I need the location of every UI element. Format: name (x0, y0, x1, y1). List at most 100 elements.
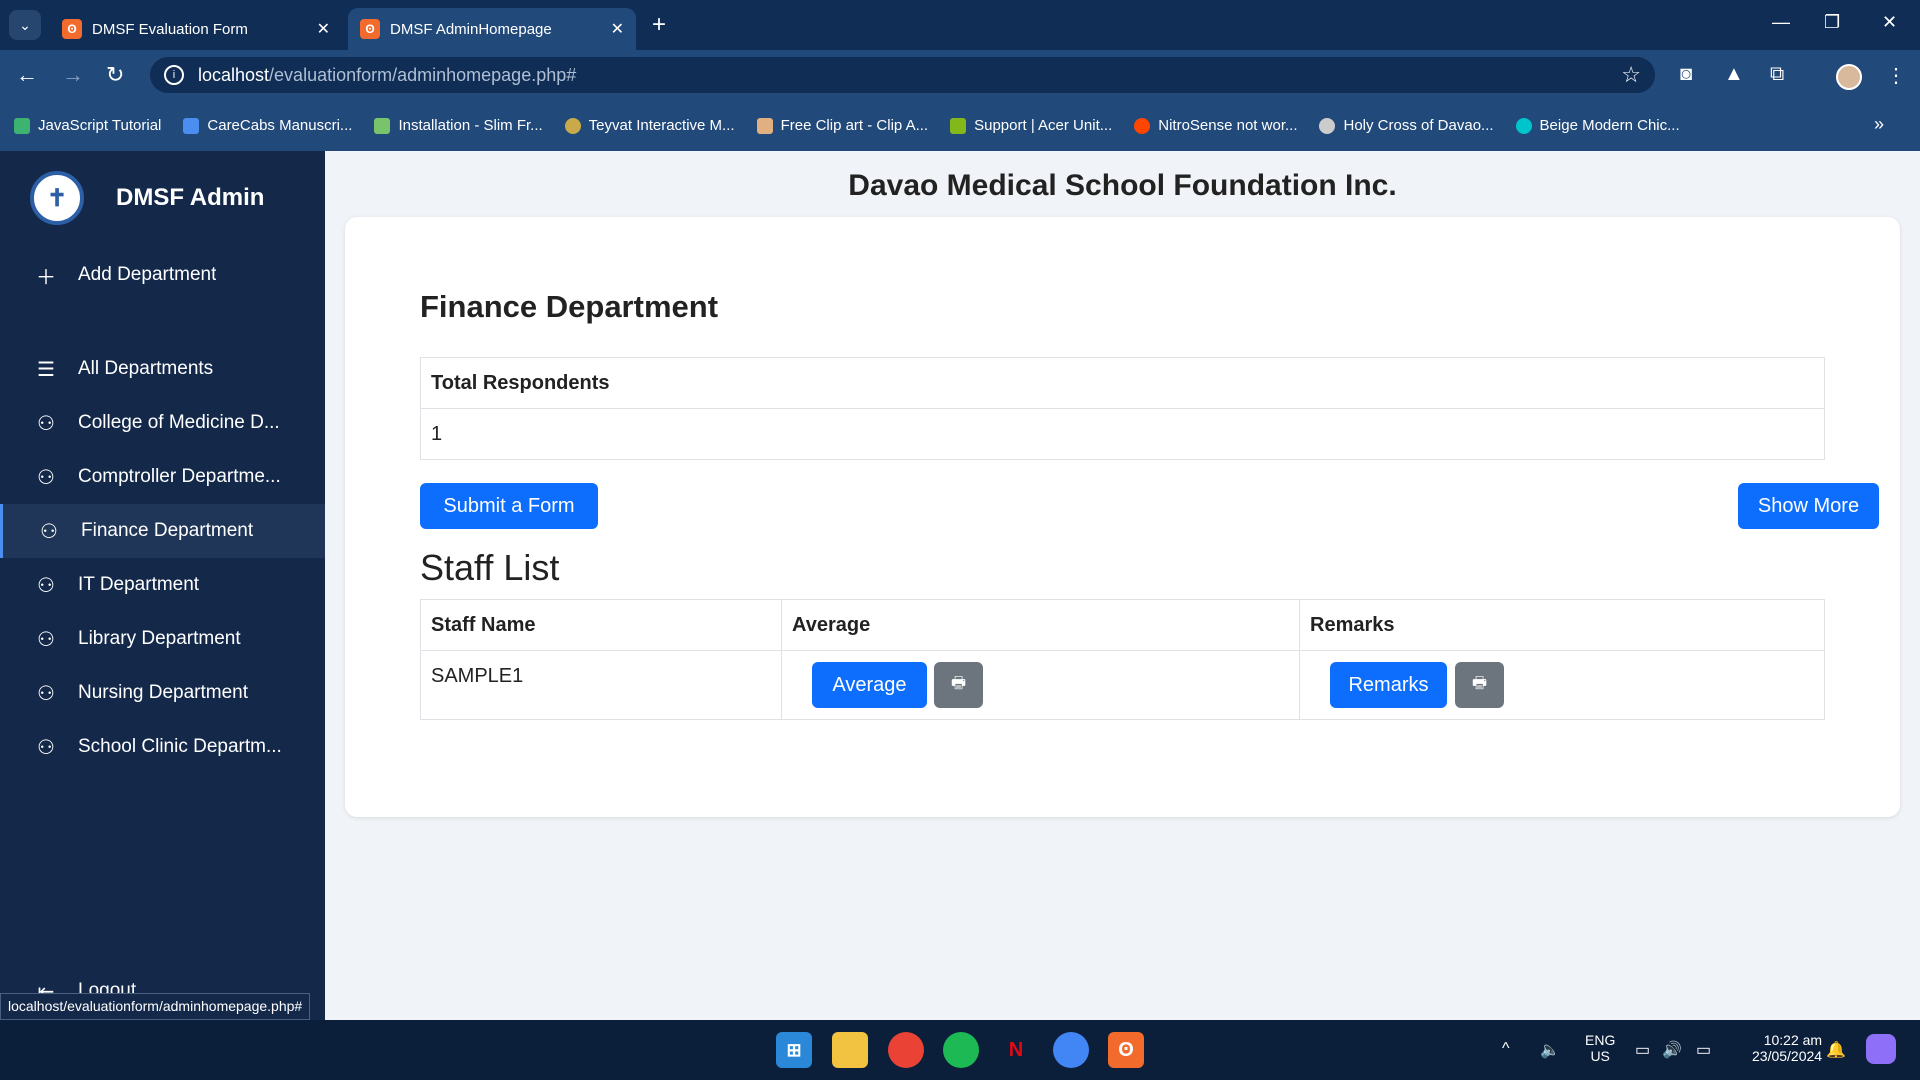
forward-icon[interactable]: → (62, 62, 84, 88)
all-departments-link[interactable]: ☰ All Departments (0, 342, 325, 396)
taskbar: ⊞ N ʘ ^ 🔈 ENG US ▭ 🔊 ▭ 10:22 am 23/05/20… (0, 1020, 1920, 1080)
bookmark-item[interactable]: Free Clip art - Clip A... (756, 117, 929, 134)
bookmark-label: Installation - Slim Fr... (398, 117, 543, 134)
minimize-button[interactable]: — (1772, 12, 1790, 33)
bookmark-item[interactable]: Support | Acer Unit... (950, 117, 1112, 134)
volume-icon[interactable]: 🔊 (1662, 1040, 1682, 1060)
reload-icon[interactable]: ↻ (106, 62, 124, 88)
add-department-link[interactable]: ＋ Add Department (0, 248, 325, 302)
bookmark-item[interactable]: Holy Cross of Davao... (1319, 117, 1494, 134)
bookmark-item[interactable]: CareCabs Manuscri... (183, 117, 352, 134)
average-button[interactable]: Average (812, 662, 927, 708)
sidebar-item-label: College of Medicine D... (78, 412, 280, 433)
sidebar-item-school-clinic[interactable]: ⚇ School Clinic Departm... (0, 720, 325, 774)
bookmark-star-icon[interactable]: ☆ (1621, 62, 1641, 88)
tab-evaluation-form[interactable]: ʘ DMSF Evaluation Form ✕ (50, 8, 342, 50)
user-icon: ⚇ (37, 412, 55, 435)
column-header: Staff Name (420, 599, 782, 651)
back-icon[interactable]: ← (16, 62, 38, 88)
sidebar-item-college-of-medicine[interactable]: ⚇ College of Medicine D... (0, 396, 325, 450)
close-icon[interactable]: ✕ (611, 19, 624, 39)
brand-name: DMSF Admin (116, 184, 265, 211)
notification-bell-icon[interactable]: 🔔 (1826, 1040, 1846, 1060)
department-card: Finance Department Total Respondents 1 S… (345, 217, 1900, 817)
sidebar-item-label: School Clinic Departm... (78, 736, 282, 757)
sidebar-item-comptroller[interactable]: ⚇ Comptroller Departme... (0, 450, 325, 504)
extension-icon[interactable]: ▲ (1724, 63, 1744, 86)
print-average-button[interactable]: 🖶 (934, 662, 983, 708)
camera-icon[interactable]: ◙ (1680, 63, 1692, 86)
xampp-icon[interactable]: ʘ (1108, 1032, 1144, 1068)
bookmark-icon (1134, 117, 1151, 134)
sidebar-item-label: Nursing Department (78, 682, 249, 703)
chrome-profile-icon[interactable] (1053, 1032, 1089, 1068)
windows-start-icon[interactable]: ⊞ (776, 1032, 812, 1068)
bookmark-label: Holy Cross of Davao... (1343, 117, 1494, 134)
show-more-button[interactable]: Show More (1738, 483, 1879, 529)
copilot-icon[interactable] (1866, 1034, 1896, 1064)
bookmark-item[interactable]: Installation - Slim Fr... (374, 117, 543, 134)
bookmark-icon (756, 117, 773, 134)
url-host: localhost (198, 64, 270, 85)
network-icon[interactable]: ▭ (1635, 1040, 1650, 1060)
sidebar-item-finance[interactable]: ⚇ Finance Department (0, 504, 325, 558)
bookmark-item[interactable]: JavaScript Tutorial (14, 117, 161, 134)
sidebar-item-label: Add Department (78, 264, 217, 285)
bookmark-label: Free Clip art - Clip A... (780, 117, 929, 134)
address-bar[interactable]: i localhost/evaluationform/adminhomepage… (150, 57, 1655, 93)
chrome-icon[interactable] (888, 1032, 924, 1068)
page-title: Davao Medical School Foundation Inc. (848, 169, 1397, 202)
bookmark-item[interactable]: NitroSense not wor... (1134, 117, 1297, 134)
chevron-up-icon[interactable]: ^ (1502, 1040, 1510, 1058)
date: 23/05/2024 (1752, 1048, 1823, 1064)
bookmark-item[interactable]: Teyvat Interactive M... (564, 117, 735, 134)
spotify-icon[interactable] (943, 1032, 979, 1068)
sidebar-item-it[interactable]: ⚇ IT Department (0, 558, 325, 612)
remarks-button[interactable]: Remarks (1330, 662, 1447, 708)
sidebar-item-label: All Departments (78, 358, 214, 379)
battery-icon[interactable]: ▭ (1696, 1040, 1711, 1060)
language-indicator[interactable]: ENG US (1585, 1032, 1615, 1064)
respondents-table: Total Respondents 1 (420, 357, 1825, 460)
submit-form-button[interactable]: Submit a Form (420, 483, 598, 529)
xampp-icon: ʘ (360, 19, 380, 39)
extensions-puzzle-icon[interactable]: ⧉ (1770, 63, 1784, 86)
lang-code: ENG (1585, 1032, 1616, 1048)
list-icon: ☰ (37, 358, 55, 381)
tab-admin-homepage[interactable]: ʘ DMSF AdminHomepage ✕ (348, 8, 636, 50)
speaker-icon[interactable]: 🔈 (1540, 1040, 1560, 1060)
bookmark-label: Teyvat Interactive M... (588, 117, 735, 134)
status-bar-url: localhost/evaluationform/adminhomepage.p… (0, 993, 311, 1020)
sidebar: ✝ DMSF Admin ＋ Add Department ☰ All Depa… (0, 151, 325, 1020)
clock[interactable]: 10:22 am 23/05/2024 (1752, 1032, 1822, 1064)
profile-avatar[interactable] (1836, 64, 1862, 90)
time: 10:22 am (1763, 1032, 1823, 1048)
sidebar-item-library[interactable]: ⚇ Library Department (0, 612, 325, 666)
bookmark-icon (374, 117, 391, 134)
close-window-button[interactable]: ✕ (1882, 12, 1897, 33)
tab-strip: ⌄ ʘ DMSF Evaluation Form ✕ ʘ DMSF AdminH… (0, 0, 1920, 50)
staff-name-cell: SAMPLE1 (420, 650, 782, 720)
file-explorer-icon[interactable] (832, 1032, 868, 1068)
printer-icon: 🖶 (950, 674, 967, 692)
bookmark-item[interactable]: Beige Modern Chic... (1515, 117, 1680, 134)
bookmark-label: NitroSense not wor... (1158, 117, 1298, 134)
close-icon[interactable]: ✕ (317, 19, 330, 39)
bookmark-icon (14, 117, 30, 134)
tab-search-button[interactable]: ⌄ (9, 10, 41, 40)
bookmarks-bar: JavaScript Tutorial CareCabs Manuscri...… (0, 100, 1920, 151)
sidebar-item-nursing[interactable]: ⚇ Nursing Department (0, 666, 325, 720)
more-bookmarks-icon[interactable]: » (1874, 114, 1884, 135)
main-content: Davao Medical School Foundation Inc. Fin… (325, 151, 1920, 1020)
brand: ✝ DMSF Admin (30, 171, 264, 225)
xampp-icon: ʘ (62, 19, 82, 39)
print-remarks-button[interactable]: 🖶 (1455, 662, 1504, 708)
tab-title: DMSF AdminHomepage (390, 20, 552, 38)
tab-title: DMSF Evaluation Form (92, 20, 248, 38)
site-info-icon[interactable]: i (164, 65, 184, 85)
netflix-icon[interactable]: N (998, 1032, 1034, 1068)
menu-kebab-icon[interactable]: ⋮ (1886, 63, 1906, 88)
new-tab-button[interactable]: + (652, 11, 666, 39)
restore-button[interactable]: ❐ (1824, 12, 1840, 33)
dmsf-logo: ✝ (30, 171, 84, 225)
